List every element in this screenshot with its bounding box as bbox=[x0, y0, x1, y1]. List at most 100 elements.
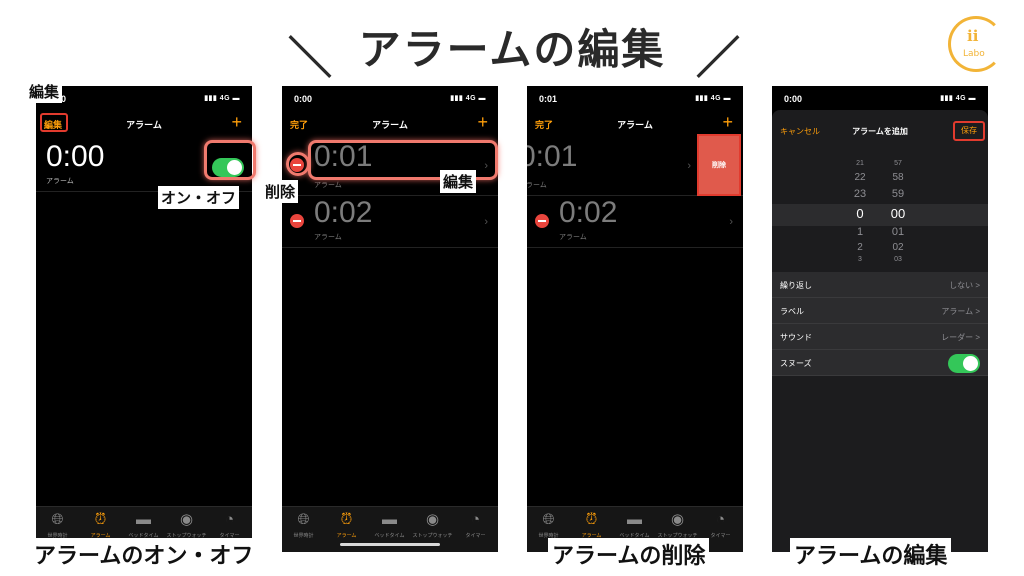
alarm-clock-icon: ⏰︎ bbox=[94, 511, 107, 528]
alarm-label: アラーム bbox=[314, 234, 342, 241]
tab-bedtime[interactable]: ▬ ベッドタイム bbox=[613, 511, 656, 539]
status-bar: 0:00 ▮▮▮ 4G ▬ bbox=[294, 94, 486, 106]
alarm-label: アラーム bbox=[314, 182, 342, 189]
nav-bar: 完了 アラーム + bbox=[282, 112, 498, 136]
picker-hour: 3 bbox=[858, 256, 862, 263]
time-picker[interactable]: 21 22 23 0 1 2 3 57 58 59 00 01 02 03 bbox=[772, 160, 988, 264]
bed-icon: ▬ bbox=[382, 511, 397, 528]
tab-alarm[interactable]: ⏰︎ アラーム bbox=[79, 511, 122, 539]
delete-minus-icon[interactable] bbox=[290, 214, 304, 228]
add-alarm-button[interactable]: + bbox=[722, 112, 733, 133]
nav-bar: 編集 アラーム + bbox=[36, 112, 252, 136]
delete-minus-icon[interactable] bbox=[535, 214, 549, 228]
logo-text: Labo bbox=[963, 49, 985, 59]
annotation-edit-row: 編集 bbox=[440, 170, 477, 193]
add-alarm-button[interactable]: + bbox=[231, 112, 242, 133]
toggle-highlight bbox=[204, 140, 256, 180]
tab-alarm[interactable]: ⏰︎ アラーム bbox=[325, 511, 368, 539]
globe-icon: 🌐︎ bbox=[542, 511, 555, 528]
caption-edit: アラームの編集 bbox=[790, 538, 952, 570]
tab-timer[interactable]: ◔ タイマー bbox=[454, 511, 497, 539]
setting-sound[interactable]: サウンド レーダー > bbox=[772, 324, 988, 350]
setting-snooze: スヌーズ bbox=[772, 350, 988, 376]
status-bar: 0:00 ▮▮▮ 4G ▬ bbox=[48, 94, 240, 106]
signal-indicator: ▮▮▮ 4G ▬ bbox=[450, 95, 486, 102]
setting-key: サウンド bbox=[780, 333, 812, 342]
swipe-delete-button[interactable]: 削除 bbox=[697, 134, 741, 196]
add-alarm-sheet: キャンセル アラームを追加 保存 21 22 23 0 1 2 3 57 58 … bbox=[772, 110, 988, 552]
chevron-right-icon: > bbox=[975, 333, 980, 342]
annotation-edit: 編集 bbox=[26, 80, 63, 103]
logo-mark: ii bbox=[967, 27, 979, 45]
tab-timer[interactable]: ◔ タイマー bbox=[208, 511, 251, 539]
alarm-clock-icon: ⏰︎ bbox=[585, 511, 598, 528]
stopwatch-icon: ◉ bbox=[670, 511, 685, 528]
annotation-onoff: オン・オフ bbox=[158, 186, 240, 209]
setting-label[interactable]: ラベル アラーム > bbox=[772, 298, 988, 324]
tab-stopwatch[interactable]: ◉ ストップウォッチ bbox=[165, 511, 208, 539]
signal-indicator: ▮▮▮ 4G ▬ bbox=[940, 95, 976, 102]
timer-icon: ◔ bbox=[224, 511, 235, 528]
chevron-right-icon: > bbox=[975, 307, 980, 316]
nav-bar: 完了 アラーム + bbox=[527, 112, 743, 136]
globe-icon: 🌐︎ bbox=[297, 511, 310, 528]
tab-alarm[interactable]: ⏰︎ アラーム bbox=[570, 511, 613, 539]
phone-screen-swipe-delete: 0:01 ▮▮▮ 4G ▬ 完了 アラーム + 0:01 アラーム › 削除 0… bbox=[527, 86, 743, 552]
alarm-clock-icon: ⏰︎ bbox=[340, 511, 353, 528]
status-bar: 0:00 ▮▮▮ 4G ▬ bbox=[784, 94, 976, 106]
nav-title: アラーム bbox=[372, 120, 408, 130]
stopwatch-icon: ◉ bbox=[179, 511, 194, 528]
setting-repeat[interactable]: 繰り返し しない > bbox=[772, 272, 988, 298]
setting-value: レーダー > bbox=[941, 333, 980, 342]
picker-hour: 1 bbox=[856, 226, 864, 238]
setting-value: アラーム > bbox=[941, 307, 980, 316]
tab-world-clock[interactable]: 🌐︎ 世界時計 bbox=[36, 511, 79, 539]
setting-key: スヌーズ bbox=[780, 359, 812, 368]
logo: ii Labo bbox=[948, 16, 1004, 72]
signal-indicator: ▮▮▮ 4G ▬ bbox=[204, 95, 240, 102]
tab-bedtime[interactable]: ▬ ベッドタイム bbox=[368, 511, 411, 539]
home-indicator bbox=[340, 543, 440, 546]
status-time: 0:00 bbox=[294, 94, 313, 104]
alarm-row[interactable]: 0:02 アラーム › bbox=[527, 196, 743, 248]
tab-bedtime[interactable]: ▬ ベッドタイム bbox=[122, 511, 165, 539]
picker-minute: 57 bbox=[894, 160, 902, 167]
phone-screen-add-alarm: 0:00 ▮▮▮ 4G ▬ キャンセル アラームを追加 保存 21 22 23 … bbox=[772, 86, 988, 552]
picker-minute: 01 bbox=[891, 226, 905, 238]
setting-key: ラベル bbox=[780, 307, 804, 316]
alarm-time: 0:02 bbox=[314, 196, 373, 229]
annotation-delete: 削除 bbox=[262, 180, 299, 203]
timer-icon: ◔ bbox=[470, 511, 481, 528]
bed-icon: ▬ bbox=[627, 511, 642, 528]
toggle-knob bbox=[963, 356, 978, 371]
tab-world-clock[interactable]: 🌐︎ 世界時計 bbox=[282, 511, 325, 539]
tab-stopwatch[interactable]: ◉ ストップウォッチ bbox=[411, 511, 454, 539]
alarm-label: アラーム bbox=[527, 182, 547, 189]
alarm-label: アラーム bbox=[46, 178, 74, 185]
alarm-row[interactable]: 0:02 アラーム › bbox=[282, 196, 498, 248]
status-time: 0:00 bbox=[784, 94, 803, 104]
bed-icon: ▬ bbox=[136, 511, 151, 528]
picker-hour: 23 bbox=[853, 188, 867, 200]
picker-minute: 02 bbox=[892, 242, 904, 253]
tab-stopwatch[interactable]: ◉ ストップウォッチ bbox=[656, 511, 699, 539]
signal-indicator: ▮▮▮ 4G ▬ bbox=[695, 95, 731, 102]
picker-minute-selected: 00 bbox=[890, 206, 906, 221]
timer-icon: ◔ bbox=[715, 511, 726, 528]
tab-world-clock[interactable]: 🌐︎ 世界時計 bbox=[527, 511, 570, 539]
snooze-toggle[interactable] bbox=[948, 354, 980, 373]
tab-timer[interactable]: ◔ タイマー bbox=[699, 511, 742, 539]
nav-title: アラーム bbox=[126, 120, 162, 130]
picker-hour-selected: 0 bbox=[856, 206, 864, 221]
save-button-highlight bbox=[953, 121, 985, 141]
globe-icon: 🌐︎ bbox=[51, 511, 64, 528]
picker-hour: 22 bbox=[854, 172, 866, 183]
add-alarm-button[interactable]: + bbox=[477, 112, 488, 133]
status-bar: 0:01 ▮▮▮ 4G ▬ bbox=[539, 94, 731, 106]
title-slash-right: ／ bbox=[696, 33, 740, 84]
alarm-time: 0:01 bbox=[527, 140, 578, 173]
stopwatch-icon: ◉ bbox=[425, 511, 440, 528]
edit-button-highlight bbox=[40, 113, 68, 132]
nav-title: アラーム bbox=[617, 120, 653, 130]
chevron-right-icon: › bbox=[729, 216, 733, 228]
